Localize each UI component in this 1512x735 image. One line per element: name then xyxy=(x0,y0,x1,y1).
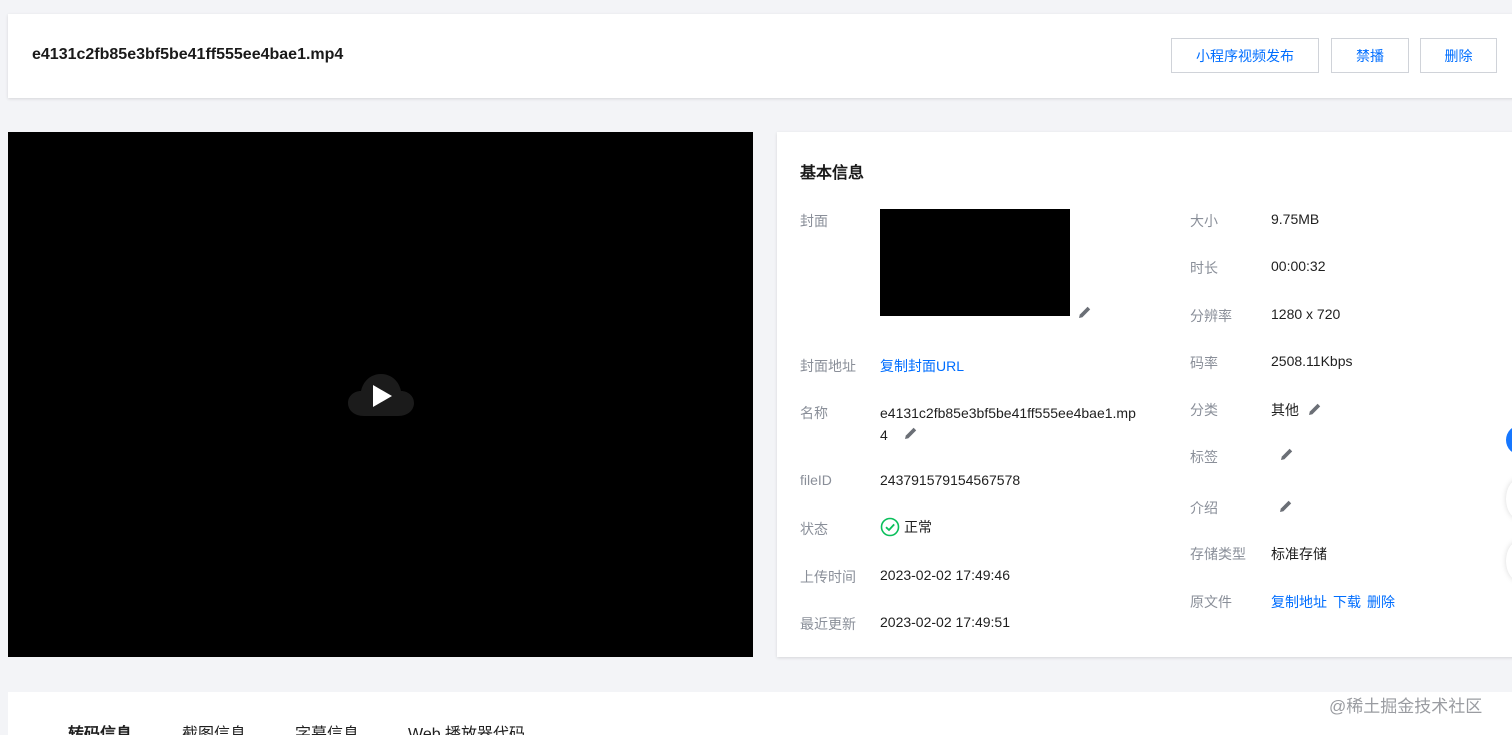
duration-value: 00:00:32 xyxy=(1271,258,1326,274)
edit-name-pencil-icon[interactable] xyxy=(903,425,919,441)
intro-label: 介绍 xyxy=(1190,500,1218,516)
name-label: 名称 xyxy=(800,405,828,421)
category-value: 其他 xyxy=(1271,402,1299,418)
upload-time-label: 上传时间 xyxy=(800,569,856,585)
source-file-actions: 复制地址 下载 删除 xyxy=(1271,592,1395,612)
tab-screenshot-info[interactable]: 截图信息 xyxy=(182,720,246,735)
video-player[interactable] xyxy=(8,132,753,657)
tab-subtitle-info[interactable]: 字幕信息 xyxy=(295,720,359,735)
update-time-label: 最近更新 xyxy=(800,616,856,632)
cover-label: 封面 xyxy=(800,213,828,229)
duration-label: 时长 xyxy=(1190,260,1218,276)
status-label: 状态 xyxy=(800,521,828,537)
play-icon[interactable] xyxy=(346,370,416,418)
delete-source-link[interactable]: 删除 xyxy=(1367,592,1395,612)
bitrate-label: 码率 xyxy=(1190,355,1218,371)
ban-button[interactable]: 禁播 xyxy=(1331,38,1409,73)
size-value: 9.75MB xyxy=(1271,211,1320,227)
edit-cover-pencil-icon[interactable] xyxy=(1077,304,1093,320)
cover-image xyxy=(880,209,1070,316)
status-text: 正常 xyxy=(904,519,932,535)
tab-transcode-info[interactable]: 转码信息 xyxy=(68,720,132,735)
storage-type-value: 标准存储 xyxy=(1271,546,1327,562)
bitrate-value: 2508.11Kbps xyxy=(1271,353,1353,369)
upload-time-value: 2023-02-02 17:49:46 xyxy=(880,567,1010,583)
category-label: 分类 xyxy=(1190,402,1218,418)
edit-category-pencil-icon[interactable] xyxy=(1307,401,1323,417)
watermark: @稀土掘金技术社区 xyxy=(1329,697,1483,716)
source-file-label: 原文件 xyxy=(1190,594,1232,610)
fileid-label: fileID xyxy=(800,472,832,488)
edit-tags-pencil-icon[interactable] xyxy=(1279,446,1295,462)
status-value: 正常 xyxy=(880,517,932,537)
resolution-value: 1280 x 720 xyxy=(1271,306,1341,322)
name-value: e4131c2fb85e3bf5be41ff555ee4bae1.mp4 xyxy=(880,402,1142,446)
detail-tabs-panel: 转码信息 截图信息 字幕信息 Web 播放器代码 xyxy=(8,692,1512,735)
copy-address-link[interactable]: 复制地址 xyxy=(1271,592,1327,612)
download-link[interactable]: 下载 xyxy=(1333,592,1361,612)
page-header: e4131c2fb85e3bf5be41ff555ee4bae1.mp4 小程序… xyxy=(8,14,1512,98)
basic-info-card: 基本信息 封面 封面地址 复制封面URL 名称 e4131c2fb85e3bf5… xyxy=(777,132,1512,657)
check-circle-icon xyxy=(880,517,900,537)
update-time-value: 2023-02-02 17:49:51 xyxy=(880,614,1010,630)
mini-program-publish-button[interactable]: 小程序视频发布 xyxy=(1171,38,1319,73)
fileid-value: 243791579154567578 xyxy=(880,472,1021,488)
delete-button[interactable]: 删除 xyxy=(1420,38,1497,73)
size-label: 大小 xyxy=(1190,213,1218,229)
card-title: 基本信息 xyxy=(800,165,865,182)
resolution-label: 分辨率 xyxy=(1190,308,1232,324)
file-title: e4131c2fb85e3bf5be41ff555ee4bae1.mp4 xyxy=(32,46,344,63)
tab-web-player-code[interactable]: Web 播放器代码 xyxy=(408,720,525,735)
cover-url-label: 封面地址 xyxy=(800,358,856,374)
edit-intro-pencil-icon[interactable] xyxy=(1278,498,1294,514)
copy-cover-url-link[interactable]: 复制封面URL xyxy=(880,356,964,376)
tags-label: 标签 xyxy=(1190,449,1218,465)
storage-type-label: 存储类型 xyxy=(1190,546,1246,562)
